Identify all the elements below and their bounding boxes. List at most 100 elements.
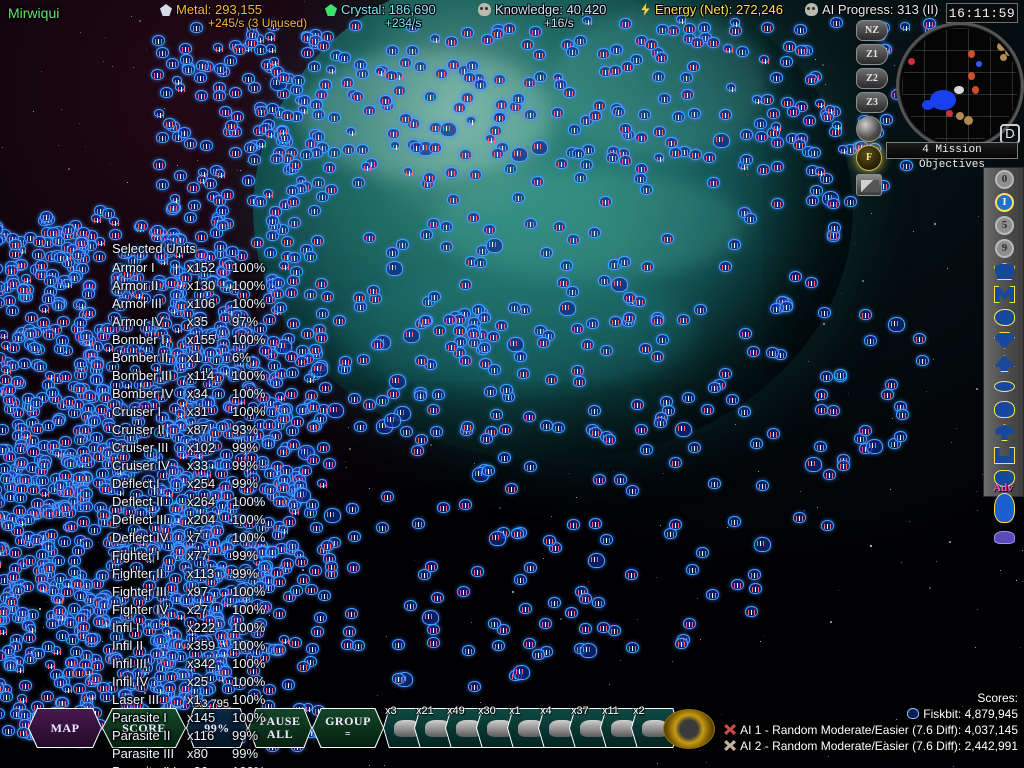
unit-name: Infil I <box>112 620 140 635</box>
selected-unit-row[interactable]: Fighter II x113 99% <box>112 565 258 583</box>
ship-cell-count: x21 <box>416 705 434 717</box>
unit-name: Parasite IV <box>112 763 176 768</box>
map-button[interactable]: MAP <box>29 709 101 747</box>
rail-icon-item[interactable] <box>984 352 1024 375</box>
flagship-icon[interactable] <box>994 493 1015 523</box>
rail-badge-5[interactable]: 5 <box>995 216 1014 235</box>
selected-unit-row[interactable]: Infil I x222 100% <box>112 619 265 637</box>
metal-value: 293,155 <box>215 2 263 17</box>
selected-unit-row[interactable]: Infil III x342 100% <box>112 655 265 673</box>
rail-icon-item[interactable] <box>984 421 1024 444</box>
scores-panel: Scores: Fiskbit: 4,879,945 AI 1 - Random … <box>724 690 1018 754</box>
selected-unit-row[interactable]: Fighter IV x27 100% <box>112 601 265 619</box>
minimap-button-z1[interactable]: Z1 <box>856 44 888 65</box>
unit-count: x26 <box>187 763 208 768</box>
selected-unit-row[interactable]: Cruiser IV x33 99% <box>112 457 258 475</box>
pause-label-line2: ALL <box>266 727 294 741</box>
selected-unit-row[interactable]: Armor III x106 100% <box>112 295 265 313</box>
rail-icon-item[interactable] <box>984 444 1024 467</box>
screenshot-icon[interactable] <box>856 174 882 196</box>
shield-ship-icon[interactable] <box>994 263 1015 280</box>
group-button[interactable]: GROUP = <box>313 709 383 747</box>
selected-unit-row[interactable]: Parasite IV x26 100% <box>112 763 265 768</box>
selected-unit-row[interactable]: Bomber II x1 6% <box>112 349 251 367</box>
unit-name: Cruiser II <box>112 422 165 437</box>
selected-unit-row[interactable]: Armor II x130 100% <box>112 277 265 295</box>
minimap-zoom-buttons[interactable]: NZ Z1 Z2 Z3 F <box>856 20 892 199</box>
arrow-ship-icon[interactable] <box>994 355 1015 372</box>
selected-unit-row[interactable]: Deflect III x204 100% <box>112 511 265 529</box>
minimap-button-z3[interactable]: Z3 <box>856 92 888 113</box>
unit-name: Fighter I <box>112 548 160 563</box>
scores-title: Scores: <box>977 691 1018 705</box>
rail-icon-item[interactable] <box>984 526 1024 549</box>
m-ship-icon[interactable] <box>994 286 1015 303</box>
ai-progress-icon <box>805 3 818 16</box>
unit-count: x114 <box>187 368 215 383</box>
unit-name: Deflect III <box>112 512 167 527</box>
mushroom-ship-icon[interactable] <box>995 424 1014 441</box>
unit-name: Bomber II <box>112 350 169 365</box>
score-entry: AI 1 - Random Moderate/Easier (7.6 Diff)… <box>724 722 1018 738</box>
selected-unit-row[interactable]: Bomber I x155 100% <box>112 331 265 349</box>
drop-ship-icon[interactable] <box>994 332 1015 349</box>
selected-unit-row[interactable]: Parasite I x145 100% <box>112 709 265 727</box>
planet-name: Mirwiqui <box>8 5 60 21</box>
unit-count: x113 <box>187 566 215 581</box>
selected-unit-row[interactable]: Fighter I x77 99% <box>112 547 258 565</box>
selected-unit-row[interactable]: Armor IV x35 97% <box>112 313 258 331</box>
unit-health: 100% <box>232 656 266 671</box>
ship-cell-count: x37 <box>571 705 589 717</box>
selected-unit-row[interactable]: Bomber IV x34 100% <box>112 385 265 403</box>
rail-badge-9[interactable]: 9 <box>995 239 1014 258</box>
rail-badge-item[interactable]: 5 <box>984 214 1024 237</box>
minimap-button-nz[interactable]: NZ <box>856 20 888 41</box>
rail-icon-item[interactable] <box>984 375 1024 398</box>
selected-unit-row[interactable]: Parasite III x80 99% <box>112 745 258 763</box>
rail-badge-item[interactable]: 0 <box>984 168 1024 191</box>
rail-icon-item[interactable] <box>984 329 1024 352</box>
unit-health: 100% <box>232 368 266 383</box>
rail-badge-item[interactable]: I <box>984 191 1024 214</box>
oval-ship-icon[interactable] <box>994 381 1015 392</box>
u-ship-icon[interactable] <box>994 447 1015 464</box>
f-key-button[interactable]: F <box>856 145 882 171</box>
minimap-button-z2[interactable]: Z2 <box>856 68 888 89</box>
command-station-cell[interactable] <box>663 709 715 749</box>
energy-value: 272,246 <box>735 2 783 17</box>
rail-badge-0[interactable]: 0 <box>995 170 1014 189</box>
selected-unit-row[interactable]: Cruiser II x87 93% <box>112 421 258 439</box>
selected-unit-row[interactable]: Cruiser I x31 100% <box>112 403 265 421</box>
selected-unit-row[interactable]: Bomber III x114 100% <box>112 367 265 385</box>
fish-ship-icon[interactable] <box>994 309 1015 326</box>
selected-unit-row[interactable]: Parasite II x116 99% <box>112 727 258 745</box>
selected-unit-row[interactable]: Armor I x152 100% <box>112 259 265 277</box>
ship-type-rail[interactable]: 0 I 5 9 Adv <box>983 167 1024 544</box>
selected-unit-row[interactable]: Infil II x359 100% <box>112 637 265 655</box>
selected-unit-row[interactable]: Infil IV x25 100% <box>112 673 265 691</box>
selected-unit-row[interactable]: Deflect I x254 99% <box>112 475 258 493</box>
defense-badge[interactable]: D <box>1000 124 1020 144</box>
unit-health: 99% <box>232 566 259 581</box>
selected-unit-row[interactable]: Cruiser III x102 99% <box>112 439 258 457</box>
unit-health: 99% <box>232 728 259 743</box>
unit-count: x1 <box>187 692 201 707</box>
unit-health: 99% <box>232 476 259 491</box>
selected-unit-row[interactable]: Laser III x1 100% <box>112 691 265 709</box>
ship-cell-count: x3 <box>385 705 397 717</box>
rail-badge-item[interactable]: 9 <box>984 237 1024 260</box>
rail-icon-item[interactable] <box>984 306 1024 329</box>
bulb-ship-icon[interactable] <box>994 401 1015 418</box>
rail-icon-item[interactable] <box>984 398 1024 421</box>
minimap[interactable]: D <box>896 22 1024 150</box>
rail-badge-I[interactable]: I <box>995 193 1014 212</box>
rail-icon-item[interactable] <box>984 260 1024 283</box>
advanced-ship-icon[interactable] <box>994 531 1015 544</box>
selected-unit-row[interactable]: Fighter III x97 100% <box>112 583 265 601</box>
selected-unit-row[interactable]: Deflect II x264 100% <box>112 493 265 511</box>
mission-objectives-button[interactable]: 4 Mission Objectives <box>886 142 1018 171</box>
selected-unit-row[interactable]: Deflect IV x7 100% <box>112 529 265 547</box>
rail-icon-item[interactable] <box>984 283 1024 306</box>
planet-view-icon[interactable] <box>856 116 882 142</box>
rail-icon-item[interactable] <box>984 490 1024 526</box>
